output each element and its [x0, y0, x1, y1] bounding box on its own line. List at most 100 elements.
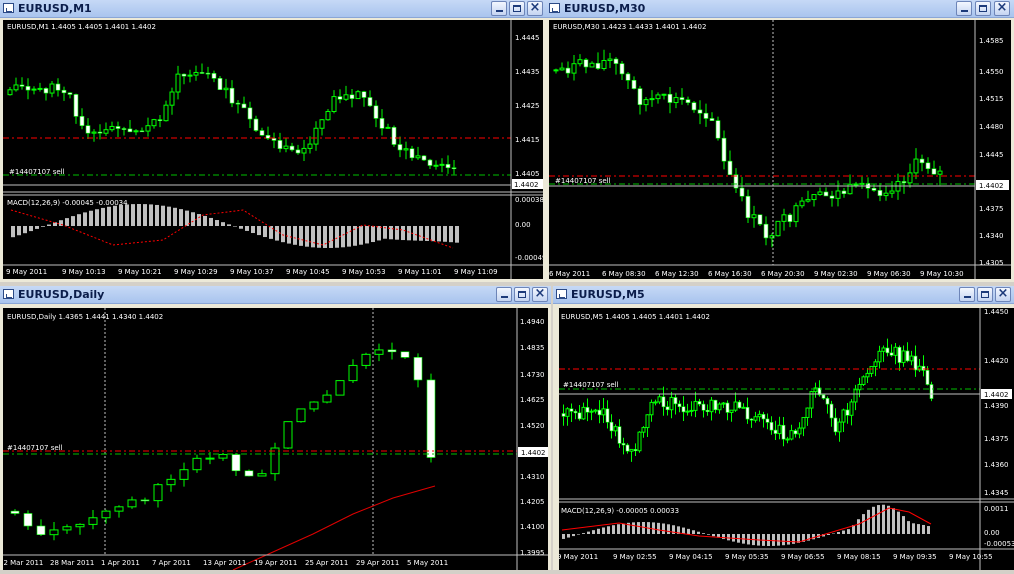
candle-body	[829, 403, 834, 419]
price-chart[interactable]: EURUSD,Daily 1.4365 1.4441 1.4340 1.4402…	[0, 308, 548, 571]
macd-bar	[365, 226, 369, 244]
window-eurusd-daily[interactable]: EURUSD,Daily × EURUSD,Daily 1.4365 1.444…	[0, 286, 551, 571]
macd-bar	[77, 214, 81, 226]
candle-body	[901, 350, 906, 364]
candle-body	[199, 72, 205, 74]
titlebar[interactable]: EURUSD,M1 ×	[0, 0, 546, 18]
candle-body	[653, 401, 658, 404]
candle-body	[169, 91, 175, 106]
candle-body	[869, 365, 874, 374]
y-label: 1.4345	[984, 489, 1009, 497]
macd-bar	[917, 524, 920, 534]
macd-bar	[857, 519, 860, 534]
candle-body	[919, 158, 925, 164]
macd-bar	[792, 534, 795, 544]
candle-body	[181, 73, 187, 77]
window-eurusd-m1[interactable]: EURUSD,M1 × EURUSD,M1 1.4405 1.4405 1.44…	[0, 0, 546, 282]
candle-body	[797, 427, 802, 435]
candle-body	[561, 413, 566, 417]
x-label: 9 May 06:55	[781, 553, 825, 561]
minimize-icon[interactable]	[491, 1, 507, 16]
candle-body	[55, 83, 61, 91]
macd-bar	[612, 525, 615, 534]
candle-body	[657, 396, 662, 403]
close-icon[interactable]: ×	[995, 287, 1011, 302]
macd-bar	[455, 226, 459, 243]
candle-body	[733, 401, 738, 411]
candle-body	[88, 517, 98, 525]
macd-bar	[437, 226, 441, 242]
minimize-icon[interactable]	[959, 287, 975, 302]
candle-body	[861, 376, 866, 385]
close-icon[interactable]: ×	[527, 1, 543, 16]
y-label: 1.4625	[520, 396, 545, 404]
macd-bar	[562, 534, 565, 539]
candle-body	[817, 191, 823, 196]
maximize-icon[interactable]	[975, 1, 991, 16]
macd-label: -0.00049	[515, 254, 543, 262]
window-eurusd-m5[interactable]: EURUSD,M5 × EURUSD,M5 1.4405 1.4405 1.44…	[553, 286, 1014, 570]
y-label: 1.4445	[515, 34, 540, 42]
candle-body	[709, 118, 715, 121]
candle-body	[19, 84, 25, 87]
macd-bar	[401, 226, 405, 241]
maximize-icon[interactable]	[509, 1, 525, 16]
candle-body	[241, 103, 247, 109]
candle-body	[785, 438, 790, 441]
macd-bar	[787, 534, 790, 545]
maximize-icon[interactable]	[977, 287, 993, 302]
candle-body	[605, 408, 610, 423]
candle-body	[283, 421, 293, 449]
candle-body	[597, 409, 602, 416]
macd-bar	[293, 226, 297, 245]
candle-body	[379, 118, 385, 129]
candle-body	[585, 407, 590, 413]
price-chart[interactable]: EURUSD,M5 1.4405 1.4405 1.4401 1.4402 #1…	[557, 308, 1014, 570]
candle-body	[849, 401, 854, 416]
macd-bar	[317, 226, 321, 248]
candle-body	[877, 190, 883, 196]
titlebar[interactable]: EURUSD,M5 ×	[553, 286, 1014, 304]
candle-body	[569, 408, 574, 412]
candle-body	[609, 421, 614, 432]
titlebar[interactable]: EURUSD,Daily ×	[0, 286, 551, 304]
candle-body	[633, 449, 638, 452]
close-icon[interactable]: ×	[532, 287, 548, 302]
maximize-icon[interactable]	[514, 287, 530, 302]
window-eurusd-m30[interactable]: EURUSD,M30 × EURUSD,M30 1.4423 1.4433 1.…	[546, 0, 1014, 282]
y-label: 1.4420	[984, 357, 1009, 365]
candle-body	[909, 355, 914, 362]
chart-area[interactable]: EURUSD,M1 1.4405 1.4405 1.4401 1.4402 #1…	[3, 20, 546, 279]
macd-bar	[221, 222, 225, 226]
macd-bar	[263, 226, 267, 238]
macd-bar	[23, 226, 27, 234]
candle-body	[253, 118, 259, 131]
candle-body	[769, 422, 774, 431]
candle-body	[691, 102, 697, 111]
candle-body	[677, 403, 682, 408]
y-label: 1.4550	[979, 68, 1004, 76]
price-chart[interactable]: EURUSD,M30 1.4423 1.4433 1.4401 1.4402 #…	[549, 20, 1011, 279]
titlebar[interactable]: EURUSD,M30 ×	[546, 0, 1014, 18]
minimize-icon[interactable]	[956, 1, 972, 16]
macd-bar	[305, 226, 309, 247]
y-label: 1.4405	[515, 170, 540, 178]
candle-body	[751, 214, 757, 219]
candle-body	[235, 102, 241, 105]
close-icon[interactable]: ×	[994, 1, 1010, 16]
price-chart[interactable]: EURUSD,M1 1.4405 1.4405 1.4401 1.4402 #1…	[3, 20, 546, 279]
chart-area[interactable]: EURUSD,M5 1.4405 1.4405 1.4401 1.4402 #1…	[557, 308, 1014, 570]
minimize-icon[interactable]	[496, 287, 512, 302]
candle-body	[889, 190, 895, 194]
candle-body	[835, 190, 841, 199]
candle-body	[79, 116, 85, 126]
x-label: 1 Apr 2011	[101, 559, 140, 567]
chart-area[interactable]: EURUSD,M30 1.4423 1.4433 1.4401 1.4402 #…	[549, 20, 1011, 279]
macd-bar	[227, 224, 231, 226]
y-label: 1.4305	[979, 259, 1004, 267]
chart-area[interactable]: EURUSD,Daily 1.4365 1.4441 1.4340 1.4402…	[0, 308, 548, 571]
x-label: 25 Apr 2011	[305, 559, 348, 567]
macd-bar	[927, 526, 930, 534]
candle-body	[62, 526, 72, 531]
window-icon	[3, 3, 14, 13]
